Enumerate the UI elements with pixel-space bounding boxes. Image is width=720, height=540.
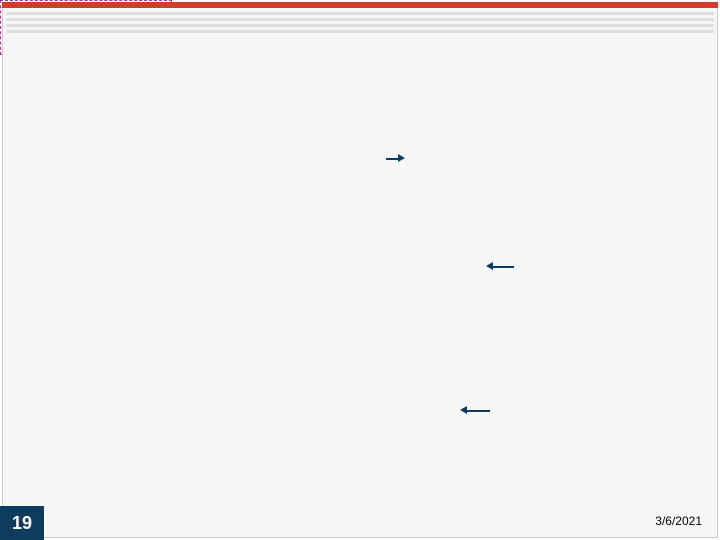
arrow-right-icon xyxy=(398,154,405,162)
connector xyxy=(492,266,514,268)
arrow-left-icon xyxy=(486,262,493,270)
slide-number: 19 xyxy=(0,506,44,540)
connector xyxy=(466,410,490,412)
slide-date: 3/6/2021 xyxy=(655,514,702,528)
thumbnail-conditions-form xyxy=(0,0,172,55)
arrow-left-icon xyxy=(460,406,467,414)
slide: Create/Add Item(s) Workflow Open applica… xyxy=(0,0,720,540)
